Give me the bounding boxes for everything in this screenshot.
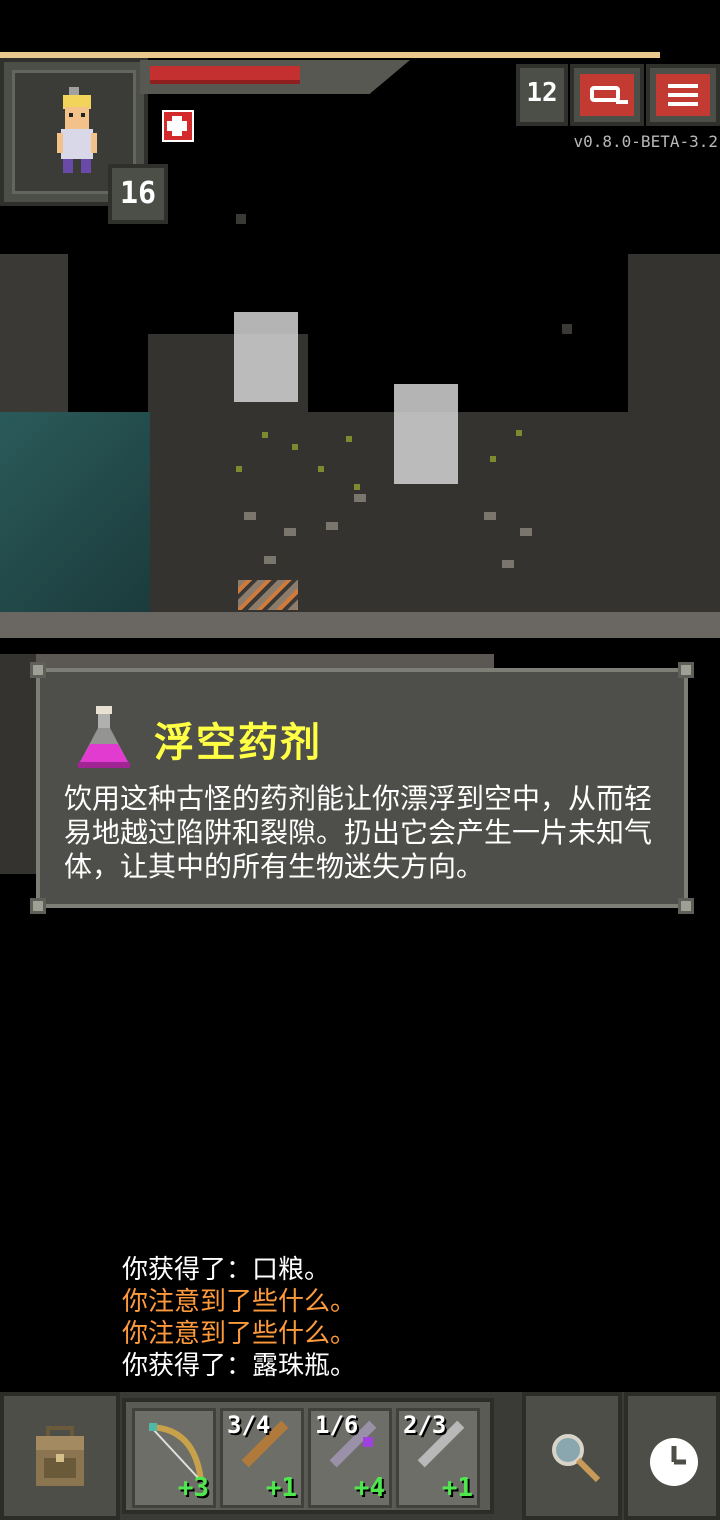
quickslot-upgrade: +3: [177, 1473, 209, 1503]
depth-indicator[interactable]: 12: [516, 64, 568, 126]
log-line: 你注意到了些什么。: [122, 1287, 357, 1317]
version-label: v0.8.0-BETA-3.2: [573, 132, 719, 151]
grass: [354, 484, 360, 490]
quickslot-upgrade: +1: [441, 1473, 473, 1503]
cave-floor: [0, 654, 36, 874]
wait-button[interactable]: [624, 1392, 720, 1520]
log-line: 你注意到了些什么。: [122, 1319, 357, 1349]
item-info-window[interactable]: 浮空药剂 饮用这种古怪的药剂能让你漂浮到空中，从而轻易地越过陷阱和裂隙。扔出它会…: [30, 662, 694, 914]
water-pool: [0, 412, 150, 612]
quickslot-bar: +3 3/4 +1 1/6 +4 2/3 +1: [122, 1398, 494, 1514]
pebble: [484, 512, 496, 520]
grass: [292, 444, 298, 450]
message-log: 你获得了：口粮。 你注意到了些什么。 你注意到了些什么。 你获得了：露珠瓶。: [122, 1254, 682, 1382]
cave-wall-edge: [0, 654, 494, 668]
grass: [346, 436, 352, 442]
menu-button[interactable]: [646, 64, 720, 126]
grass: [318, 466, 324, 472]
rubble: [562, 324, 572, 334]
potion-icon: [78, 706, 130, 768]
pebble: [502, 560, 514, 568]
pebble: [326, 522, 338, 530]
pebble: [264, 556, 276, 564]
cave-floor: [628, 254, 720, 634]
window-corner: [678, 662, 694, 678]
rubble: [236, 214, 246, 224]
menu-icon: [656, 74, 710, 116]
quickslot-4[interactable]: 2/3 +1: [396, 1408, 480, 1508]
wait-icon: [650, 1438, 698, 1486]
fungus-cluster: [234, 312, 298, 402]
quickslot-3[interactable]: 1/6 +4: [308, 1408, 392, 1508]
quickslot-count: 2/3: [403, 1411, 447, 1439]
item-title: 浮空药剂: [154, 720, 322, 766]
journal-button[interactable]: [570, 64, 644, 126]
health-bar-shade: [150, 80, 300, 84]
grass: [516, 430, 522, 436]
quickslot-count: 1/6: [315, 1411, 359, 1439]
buff-icon[interactable]: [162, 110, 194, 142]
cave-floor: [308, 412, 628, 634]
pebble: [284, 528, 296, 536]
quickslot-count: 3/4: [227, 1411, 271, 1439]
window-corner: [678, 898, 694, 914]
journal-icon: [580, 74, 634, 116]
item-description: 饮用这种古怪的药剂能让你漂浮到空中，从而轻易地越过陷阱和裂隙。扔出它会产生一片未…: [64, 782, 653, 883]
quickslot-1[interactable]: +3: [132, 1408, 216, 1508]
fungus-cluster: [394, 384, 458, 484]
bottom-toolbar: +3 3/4 +1 1/6 +4 2/3 +1: [0, 1392, 720, 1520]
trap-tile: [238, 580, 298, 610]
quickslot-upgrade: +4: [353, 1473, 385, 1503]
search-icon: [552, 1434, 601, 1483]
grass: [490, 456, 496, 462]
cave-wall: [0, 254, 68, 412]
backpack-button[interactable]: [0, 1392, 120, 1520]
quickslot-2[interactable]: 3/4 +1: [220, 1408, 304, 1508]
grass: [236, 466, 242, 472]
quickslot-upgrade: +1: [265, 1473, 297, 1503]
backpack-icon: [36, 1426, 84, 1486]
window-corner: [30, 898, 46, 914]
pebble: [244, 512, 256, 520]
log-line: 你获得了：口粮。: [122, 1255, 331, 1285]
search-button[interactable]: [522, 1392, 622, 1520]
depth-text: 12: [526, 78, 558, 108]
window-corner: [30, 662, 46, 678]
wand-gem: [363, 1437, 373, 1447]
grass: [262, 432, 268, 438]
pebble: [520, 528, 532, 536]
log-line: 你获得了：露珠瓶。: [122, 1351, 357, 1381]
pebble: [354, 494, 366, 502]
cave-wall-edge: [0, 612, 720, 638]
